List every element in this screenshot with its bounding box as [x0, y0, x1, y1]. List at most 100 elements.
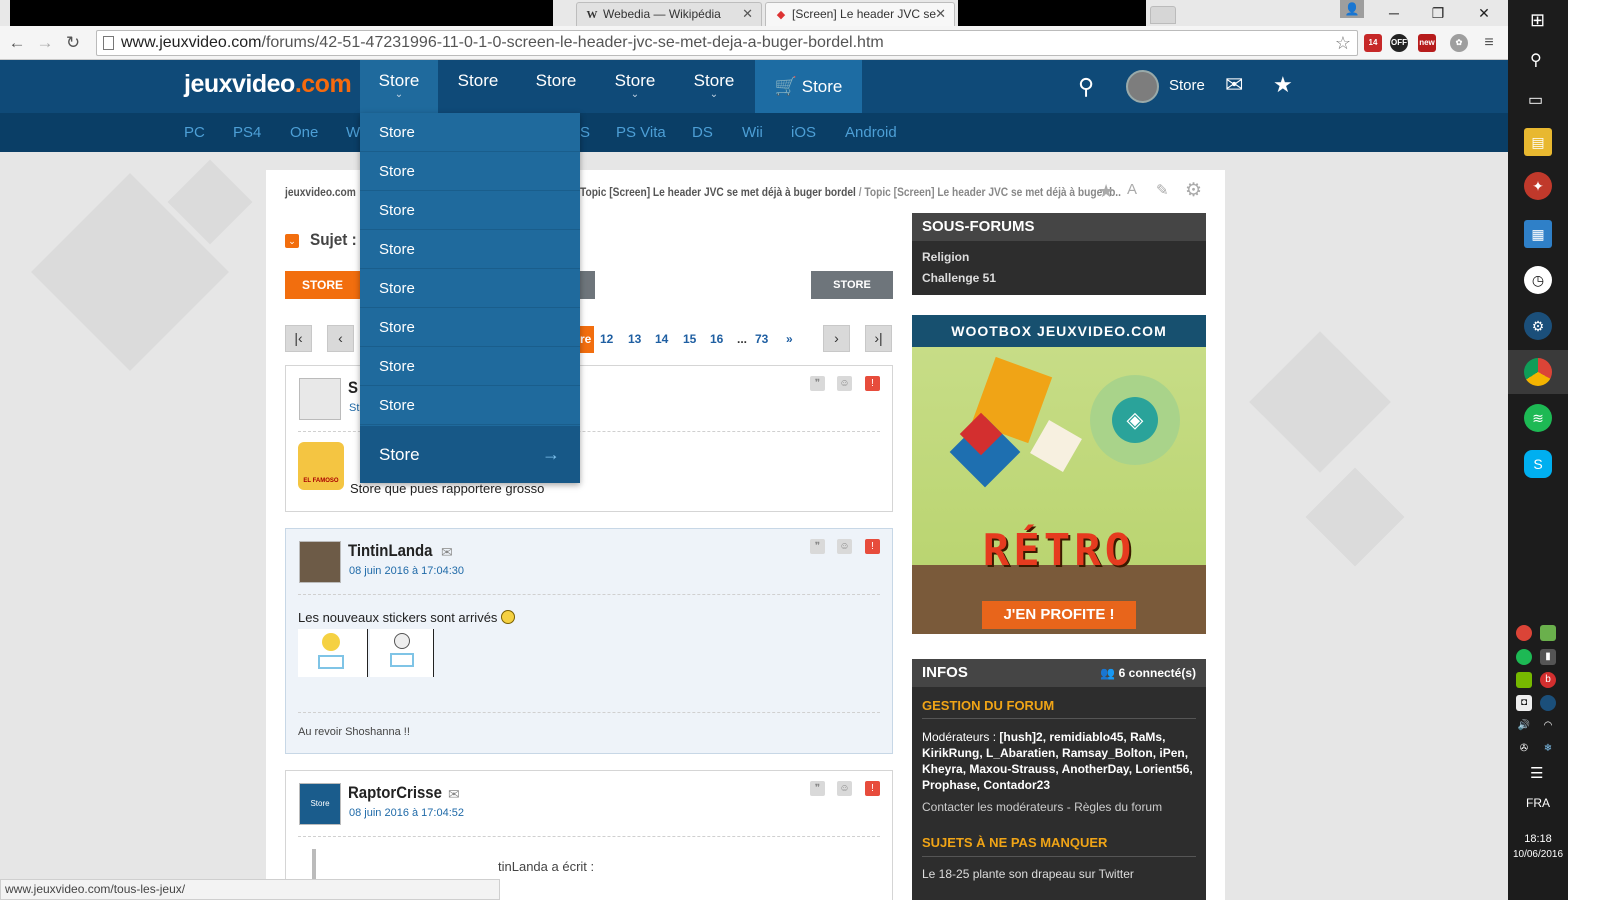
- store-button-orange[interactable]: STORE: [285, 271, 360, 299]
- contact-moderators-link[interactable]: Contacter les modérateurs - Règles du fo…: [922, 800, 1162, 814]
- quote-icon[interactable]: ✎: [1156, 181, 1176, 201]
- windows-start-icon[interactable]: ⊞: [1530, 10, 1545, 31]
- search-icon[interactable]: ⚲: [1530, 50, 1542, 70]
- post-author[interactable]: RaptorCrisse: [348, 783, 442, 803]
- tray-nvidia-icon[interactable]: [1516, 672, 1532, 688]
- app-icon[interactable]: ▦: [1524, 220, 1552, 248]
- tab-active-topic[interactable]: ◆ [Screen] Le header JVC se ✕: [765, 2, 955, 26]
- close-icon[interactable]: ✕: [742, 3, 753, 25]
- mail-icon[interactable]: ✉: [441, 544, 453, 561]
- follow-star-icon[interactable]: ★: [1098, 181, 1118, 201]
- nav-store-cart[interactable]: 🛒 Store: [755, 60, 862, 113]
- nav-item-store[interactable]: Store ⌄: [676, 60, 752, 113]
- subnav-ps4[interactable]: PS4: [233, 124, 261, 141]
- subnav-wii[interactable]: Wii: [742, 124, 763, 141]
- tray-spotify-icon[interactable]: [1516, 649, 1532, 665]
- page-link[interactable]: 16: [710, 332, 723, 346]
- user-profile-icon[interactable]: 👤: [1340, 0, 1364, 18]
- post-date[interactable]: 08 juin 2016 à 17:04:52: [349, 807, 464, 819]
- tray-app-icon[interactable]: [1540, 625, 1556, 641]
- nav-item-store-active[interactable]: Store ⌄: [360, 60, 438, 113]
- spotify-icon[interactable]: ≋: [1524, 404, 1552, 432]
- dropdown-item[interactable]: Store: [360, 230, 580, 269]
- mail-icon[interactable]: ✉: [448, 786, 460, 803]
- store-button-grey[interactable]: STORE: [811, 271, 893, 299]
- star-icon[interactable]: ★: [1273, 72, 1293, 98]
- mp-icon[interactable]: ☺: [837, 376, 852, 391]
- page-link[interactable]: 12: [600, 332, 613, 346]
- site-logo[interactable]: jeuxvideo.com: [184, 70, 352, 99]
- bookmark-star-icon[interactable]: ☆: [1335, 31, 1351, 55]
- dropdown-item[interactable]: Store: [360, 386, 580, 425]
- clock-date[interactable]: 10/06/2016: [1508, 849, 1568, 860]
- restore-icon[interactable]: ❐: [1416, 0, 1460, 26]
- avatar[interactable]: Store: [299, 783, 341, 825]
- subnav-ds[interactable]: DS: [692, 124, 713, 141]
- minimize-icon[interactable]: ─: [1372, 0, 1416, 26]
- subnav-s[interactable]: S: [580, 124, 590, 141]
- menu-icon[interactable]: ≡: [1478, 32, 1500, 54]
- post-date[interactable]: St: [349, 402, 359, 414]
- wootbox-ad[interactable]: WOOTBOX JEUXVIDEO.COM ◈ RÉTRO J'EN PROFI…: [912, 315, 1206, 634]
- chrome-icon[interactable]: [1524, 358, 1552, 386]
- dropdown-item[interactable]: Store: [360, 347, 580, 386]
- prev-page-icon[interactable]: ‹: [327, 325, 354, 352]
- user-menu-label[interactable]: Store: [1169, 77, 1205, 94]
- adblock-extension-icon[interactable]: 14: [1364, 34, 1382, 52]
- tray-snowflake-icon[interactable]: ❄: [1540, 741, 1556, 757]
- next-page-icon[interactable]: ›: [823, 325, 850, 352]
- alert-icon[interactable]: !: [865, 781, 880, 796]
- breadcrumb-home[interactable]: jeuxvideo.com: [285, 185, 356, 199]
- tray-app-icon[interactable]: ◘: [1516, 695, 1532, 711]
- last-page-icon[interactable]: ›|: [865, 325, 892, 352]
- url-input[interactable]: www.jeuxvideo.com/forums/42-51-47231996-…: [96, 30, 1358, 56]
- subforum-link[interactable]: Religion: [922, 250, 969, 264]
- subnav-w[interactable]: W: [346, 124, 360, 141]
- subnav-ios[interactable]: iOS: [791, 124, 816, 141]
- dropdown-item[interactable]: Store: [360, 269, 580, 308]
- new-extension-icon[interactable]: new: [1418, 34, 1436, 52]
- quote-icon[interactable]: ❞: [810, 539, 825, 554]
- avatar[interactable]: [299, 541, 341, 583]
- nav-item-store[interactable]: Store: [518, 60, 594, 113]
- task-view-icon[interactable]: ▭: [1528, 90, 1543, 110]
- quote-icon[interactable]: ❞: [810, 781, 825, 796]
- volume-icon[interactable]: 🔊: [1516, 718, 1532, 734]
- tray-usb-icon[interactable]: ▮: [1540, 649, 1556, 665]
- alert-icon[interactable]: !: [865, 539, 880, 554]
- paint-icon[interactable]: ✦: [1524, 172, 1552, 200]
- tray-app-icon[interactable]: ✇: [1516, 741, 1532, 757]
- avatar[interactable]: [299, 378, 341, 420]
- mp-icon[interactable]: ☺: [837, 539, 852, 554]
- sujet-link[interactable]: Le 18-25 plante son drapeau sur Twitter: [922, 867, 1134, 881]
- mail-icon[interactable]: ✉: [1225, 72, 1243, 98]
- subnav-android[interactable]: Android: [845, 124, 897, 141]
- dropdown-item[interactable]: Store: [360, 191, 580, 230]
- clock-app-icon[interactable]: ◷: [1524, 266, 1552, 294]
- subnav-pc[interactable]: PC: [184, 124, 205, 141]
- new-tab-button[interactable]: [1150, 6, 1176, 24]
- post-author[interactable]: S: [348, 378, 358, 398]
- page-link[interactable]: 13: [628, 332, 641, 346]
- font-size-icon[interactable]: A: [1127, 181, 1147, 201]
- first-page-icon[interactable]: |‹: [285, 325, 312, 352]
- file-explorer-icon[interactable]: ▤: [1524, 128, 1552, 156]
- steam-icon[interactable]: ⚙: [1524, 312, 1552, 340]
- nav-item-store[interactable]: Store ⌄: [597, 60, 673, 113]
- page-link-last[interactable]: 73: [755, 332, 768, 346]
- breadcrumb-topic[interactable]: Topic [Screen] Le header JVC se met déjà…: [580, 185, 856, 199]
- dropdown-item[interactable]: Store: [360, 152, 580, 191]
- language-indicator[interactable]: FRA: [1508, 796, 1568, 810]
- avatar[interactable]: [1126, 70, 1159, 103]
- subforum-link[interactable]: Challenge 51: [922, 271, 996, 285]
- subnav-one[interactable]: One: [290, 124, 318, 141]
- notifications-icon[interactable]: ☰: [1530, 764, 1543, 782]
- post-date[interactable]: 08 juin 2016 à 17:04:30: [349, 565, 464, 577]
- post-author[interactable]: TintinLanda: [348, 541, 432, 561]
- dropdown-item-all[interactable]: Store →: [360, 426, 580, 483]
- wootbox-cta-button[interactable]: J'EN PROFITE !: [982, 601, 1136, 629]
- clock-time[interactable]: 18:18: [1508, 833, 1568, 845]
- tab-wikipedia[interactable]: W Webedia — Wikipédia ✕: [576, 2, 762, 26]
- extension-icon[interactable]: ✿: [1450, 34, 1468, 52]
- forward-arrow-icon[interactable]: →: [34, 32, 56, 54]
